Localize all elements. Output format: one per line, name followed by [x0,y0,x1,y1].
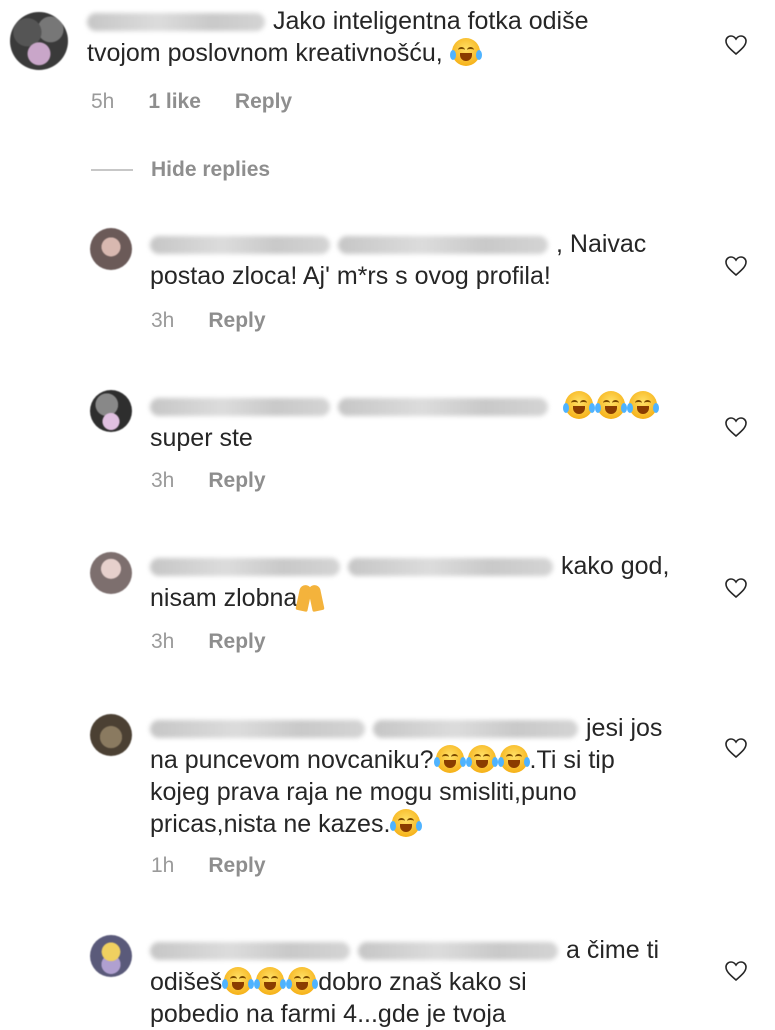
blurred-username[interactable] [150,236,330,255]
blurred-username[interactable] [150,942,350,961]
folded-hands-icon [297,583,323,611]
heart-outline-icon[interactable] [724,577,748,599]
reply-time: 1h [151,854,175,877]
hide-replies-toggle[interactable]: Hide replies [91,158,270,182]
reply-text-line: na puncevom novcaniku? [150,746,434,774]
reply-text: jesi jos na puncevom novcaniku? .Ti si ti… [150,712,662,840]
blurred-username[interactable] [150,398,330,417]
face-with-tears-of-joy-icon [390,809,423,837]
reply-text-line: super ste [150,424,253,452]
reply-text-line: postao zloca! Aj' m*rs s ovog profila! [150,262,551,290]
face-with-tears-of-joy-icon [254,967,287,995]
reply-time: 3h [151,630,175,653]
reply-button[interactable]: Reply [208,309,265,333]
comment-text: Jako inteligentna fotka odiše tvojom pos… [87,5,589,69]
heart-outline-icon[interactable] [724,737,748,759]
reply-meta: 3h Reply [151,309,266,333]
reply-text-line: a čime ti [566,936,660,964]
reply-meta: 1h Reply [151,854,266,878]
avatar[interactable] [90,390,132,432]
comment-meta: 5h 1 like Reply [91,90,292,114]
blurred-mention[interactable] [348,558,553,577]
reply-text-line: , Naivac [556,230,647,258]
comment-text-line: Jako inteligentna fotka odiše [273,7,589,35]
blurred-username[interactable] [150,558,340,577]
reply-text-line: .Ti si tip [529,746,615,774]
reply-time: 3h [151,469,175,492]
heart-outline-icon[interactable] [724,255,748,277]
reply-time: 3h [151,309,175,332]
reply-text: , Naivac postao zloca! Aj' m*rs s ovog p… [150,228,646,292]
blurred-username[interactable] [150,720,365,739]
face-with-tears-of-joy-icon [222,967,255,995]
face-with-tears-of-joy-icon [449,38,482,66]
heart-outline-icon[interactable] [724,416,748,438]
comment-time: 5h [91,90,115,113]
reply-text-line: dobro znaš kako si [318,968,527,996]
face-with-tears-of-joy-icon [594,391,627,419]
reply-meta: 3h Reply [151,469,266,493]
reply-text-line: odišeš [150,968,223,996]
reply-button[interactable]: Reply [208,854,265,878]
hide-replies-label[interactable]: Hide replies [151,158,270,182]
face-with-tears-of-joy-icon [286,967,319,995]
heart-outline-icon[interactable] [724,34,748,56]
blurred-mention[interactable] [373,720,578,739]
comment-text-line: tvojom poslovnom kreativnošću, [87,39,443,67]
heart-outline-icon[interactable] [724,960,748,982]
avatar[interactable] [90,935,132,977]
reply-text-line: nisam zlobna [150,584,298,612]
face-with-tears-of-joy-icon [497,745,530,773]
blurred-mention[interactable] [338,398,548,417]
reply-text: a čime ti odišeš dobro znaš kako si pobed… [150,934,659,1030]
blurred-username[interactable] [87,13,265,32]
divider [91,169,133,171]
reply-text-line: kako god, [561,552,670,580]
avatar[interactable] [90,228,132,270]
reply-text-line: pricas,nista ne kazes. [150,810,391,838]
reply-text: super ste [150,390,659,454]
reply-text-line: kojeg prava raja ne mogu smisliti,puno [150,778,577,806]
likes-count[interactable]: 1 like [148,90,201,114]
face-with-tears-of-joy-icon [562,391,595,419]
face-with-tears-of-joy-icon [626,391,659,419]
avatar[interactable] [90,552,132,594]
face-with-tears-of-joy-icon [433,745,466,773]
blurred-mention[interactable] [338,236,548,255]
avatar[interactable] [90,714,132,756]
reply-text-line: jesi jos [586,714,663,742]
face-with-tears-of-joy-icon [465,745,498,773]
avatar[interactable] [10,12,68,70]
reply-meta: 3h Reply [151,630,266,654]
reply-button[interactable]: Reply [208,469,265,493]
reply-button[interactable]: Reply [235,90,292,114]
reply-button[interactable]: Reply [208,630,265,654]
reply-text: kako god, nisam zlobna [150,550,669,614]
blurred-mention[interactable] [358,942,558,961]
